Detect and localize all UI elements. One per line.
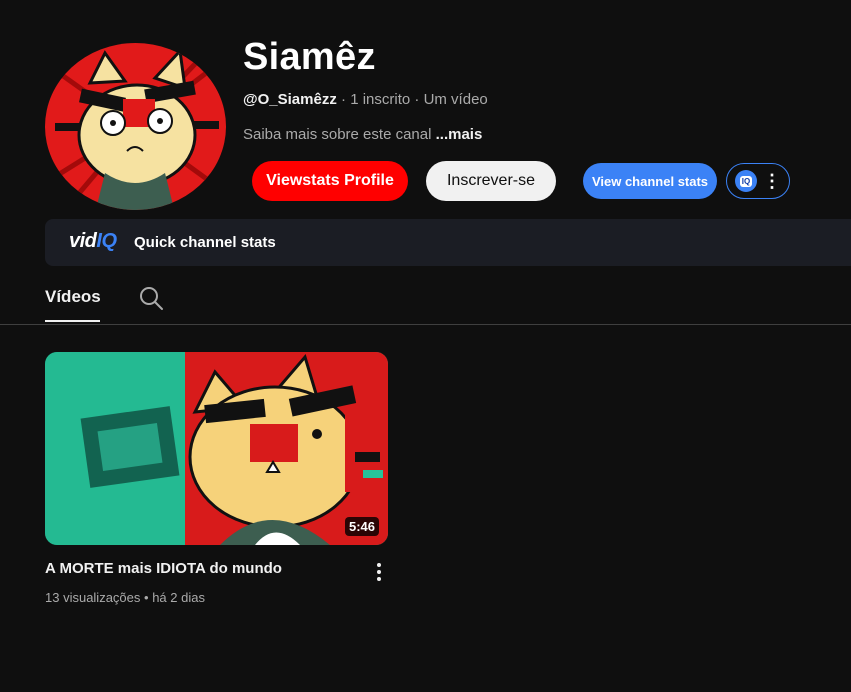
search-icon[interactable] bbox=[138, 285, 164, 311]
subscriber-count: 1 inscrito bbox=[350, 91, 411, 108]
channel-handle: @O_Siamêzz bbox=[243, 91, 337, 108]
channel-about-link[interactable]: Saiba mais sobre este canal ...mais bbox=[243, 126, 482, 143]
about-text: Saiba mais sobre este canal bbox=[243, 126, 432, 143]
vidiq-logo: vidIQ bbox=[69, 230, 117, 253]
tab-active-indicator bbox=[45, 320, 100, 322]
video-meta: 13 visualizações • há 2 dias bbox=[45, 590, 205, 605]
vidiq-iq-icon: IQ bbox=[735, 170, 757, 192]
thumbnail-image bbox=[45, 352, 388, 545]
meta-separator: · bbox=[341, 91, 347, 108]
quick-channel-stats-label: Quick channel stats bbox=[134, 234, 276, 251]
video-age: há 2 dias bbox=[152, 590, 205, 605]
video-options-icon[interactable] bbox=[368, 560, 390, 584]
channel-avatar[interactable] bbox=[45, 43, 226, 210]
video-count: Um vídeo bbox=[423, 91, 488, 108]
meta-dot: • bbox=[144, 590, 149, 605]
tab-videos[interactable]: Vídeos bbox=[45, 287, 101, 307]
vidiq-logo-iq: IQ bbox=[96, 230, 117, 252]
vidiq-logo-vid: vid bbox=[69, 230, 97, 252]
tabs-divider bbox=[0, 324, 851, 325]
iq-badge-label: IQ bbox=[739, 175, 753, 187]
channel-meta: @O_Siamêzz · 1 inscrito · Um vídeo bbox=[243, 91, 488, 108]
view-channel-stats-button[interactable]: View channel stats bbox=[583, 163, 717, 199]
subscribe-button[interactable]: Inscrever-se bbox=[426, 161, 556, 201]
vidiq-quick-stats-bar[interactable]: vidIQ Quick channel stats bbox=[45, 219, 851, 266]
vidiq-menu-button[interactable]: IQ ⋮ bbox=[726, 163, 790, 199]
more-options-icon: ⋮ bbox=[763, 171, 781, 191]
channel-name: Siamêz bbox=[243, 36, 376, 78]
video-duration-badge: 5:46 bbox=[344, 517, 379, 536]
viewstats-profile-button[interactable]: Viewstats Profile bbox=[252, 161, 408, 201]
video-views: 13 visualizações bbox=[45, 590, 141, 605]
video-title[interactable]: A MORTE mais IDIOTA do mundo bbox=[45, 560, 282, 577]
about-more-link[interactable]: ...mais bbox=[436, 126, 483, 143]
video-thumbnail[interactable]: 5:46 bbox=[45, 352, 388, 545]
avatar-cat-illustration bbox=[45, 43, 226, 210]
meta-separator: · bbox=[414, 91, 420, 108]
